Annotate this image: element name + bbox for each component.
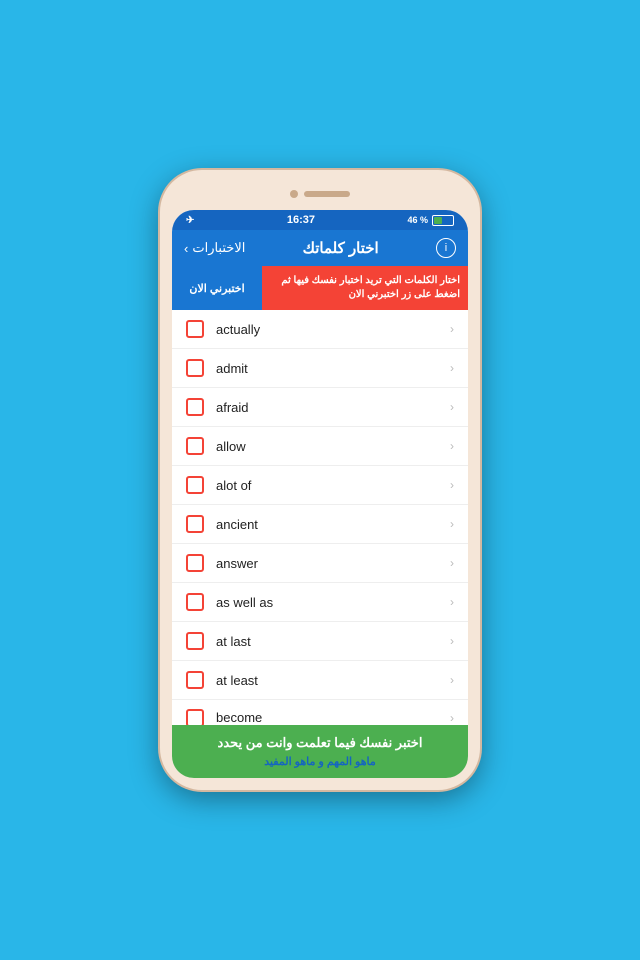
bottom-banner: اختبر نفسك فيما تعلمت وانت من يحدد ماهو … — [172, 725, 468, 778]
list-item[interactable]: at least › — [172, 661, 468, 700]
info-button[interactable]: i — [436, 238, 456, 258]
checkbox-admit[interactable] — [186, 359, 204, 377]
list-item[interactable]: become › — [172, 700, 468, 725]
battery-icon — [432, 215, 454, 226]
word-aswellas: as well as — [216, 595, 450, 610]
battery-percent: 46 % — [407, 215, 428, 225]
front-camera — [290, 190, 298, 198]
chevron-right-icon: › — [450, 673, 454, 687]
chevron-right-icon: › — [450, 711, 454, 725]
status-time: 16:37 — [287, 214, 315, 226]
speaker — [304, 191, 350, 197]
list-item[interactable]: answer › — [172, 544, 468, 583]
word-allow: allow — [216, 439, 450, 454]
back-label[interactable]: الاختبارات — [192, 240, 245, 256]
checkbox-become[interactable] — [186, 709, 204, 726]
word-admit: admit — [216, 361, 450, 376]
phone-screen: ✈ 16:37 46 % ‹ الاختبارات اختار كلماتك i… — [172, 210, 468, 778]
chevron-right-icon: › — [450, 478, 454, 492]
list-item[interactable]: allow › — [172, 427, 468, 466]
list-item[interactable]: alot of › — [172, 466, 468, 505]
checkbox-atlast[interactable] — [186, 632, 204, 650]
chevron-right-icon: › — [450, 439, 454, 453]
back-chevron-icon: ‹ — [184, 241, 188, 256]
list-item[interactable]: at last › — [172, 622, 468, 661]
checkbox-ancient[interactable] — [186, 515, 204, 533]
checkbox-actually[interactable] — [186, 320, 204, 338]
airplane-icon: ✈ — [186, 215, 194, 226]
chevron-right-icon: › — [450, 634, 454, 648]
banner-description: اختار الكلمات التي تريد اختبار نفسك فيها… — [262, 266, 468, 310]
word-atleast: at least — [216, 673, 450, 688]
checkbox-alotof[interactable] — [186, 476, 204, 494]
list-item[interactable]: ancient › — [172, 505, 468, 544]
word-actually: actually — [216, 322, 450, 337]
battery-fill — [434, 217, 442, 224]
test-me-button[interactable]: اختبرني الان — [172, 266, 262, 310]
list-item[interactable]: admit › — [172, 349, 468, 388]
word-afraid: afraid — [216, 400, 450, 415]
chevron-right-icon: › — [450, 322, 454, 336]
chevron-right-icon: › — [450, 361, 454, 375]
word-atlast: at last — [216, 634, 450, 649]
list-item[interactable]: as well as › — [172, 583, 468, 622]
status-left: ✈ — [186, 215, 194, 226]
back-button[interactable]: ‹ الاختبارات — [184, 240, 245, 256]
word-alotof: alot of — [216, 478, 450, 493]
chevron-right-icon: › — [450, 595, 454, 609]
checkbox-atleast[interactable] — [186, 671, 204, 689]
phone-notch — [290, 190, 350, 198]
page-title: اختار كلماتك — [303, 239, 379, 257]
top-nav: ‹ الاختبارات اختار كلماتك i — [172, 230, 468, 266]
word-list: actually › admit › afraid › allow › alot — [172, 310, 468, 725]
list-item[interactable]: actually › — [172, 310, 468, 349]
phone-frame: ✈ 16:37 46 % ‹ الاختبارات اختار كلماتك i… — [160, 170, 480, 790]
checkbox-aswellas[interactable] — [186, 593, 204, 611]
list-item[interactable]: afraid › — [172, 388, 468, 427]
word-answer: answer — [216, 556, 450, 571]
chevron-right-icon: › — [450, 400, 454, 414]
chevron-right-icon: › — [450, 556, 454, 570]
word-ancient: ancient — [216, 517, 450, 532]
checkbox-answer[interactable] — [186, 554, 204, 572]
checkbox-afraid[interactable] — [186, 398, 204, 416]
bottom-banner-subtitle: ماهو المهم و ماهو المفيد — [186, 755, 454, 768]
chevron-right-icon: › — [450, 517, 454, 531]
banner: اختبرني الان اختار الكلمات التي تريد اخت… — [172, 266, 468, 310]
status-bar: ✈ 16:37 46 % — [172, 210, 468, 230]
word-become: become — [216, 710, 450, 725]
bottom-banner-title: اختبر نفسك فيما تعلمت وانت من يحدد — [186, 735, 454, 751]
status-right: 46 % — [407, 215, 454, 226]
checkbox-allow[interactable] — [186, 437, 204, 455]
